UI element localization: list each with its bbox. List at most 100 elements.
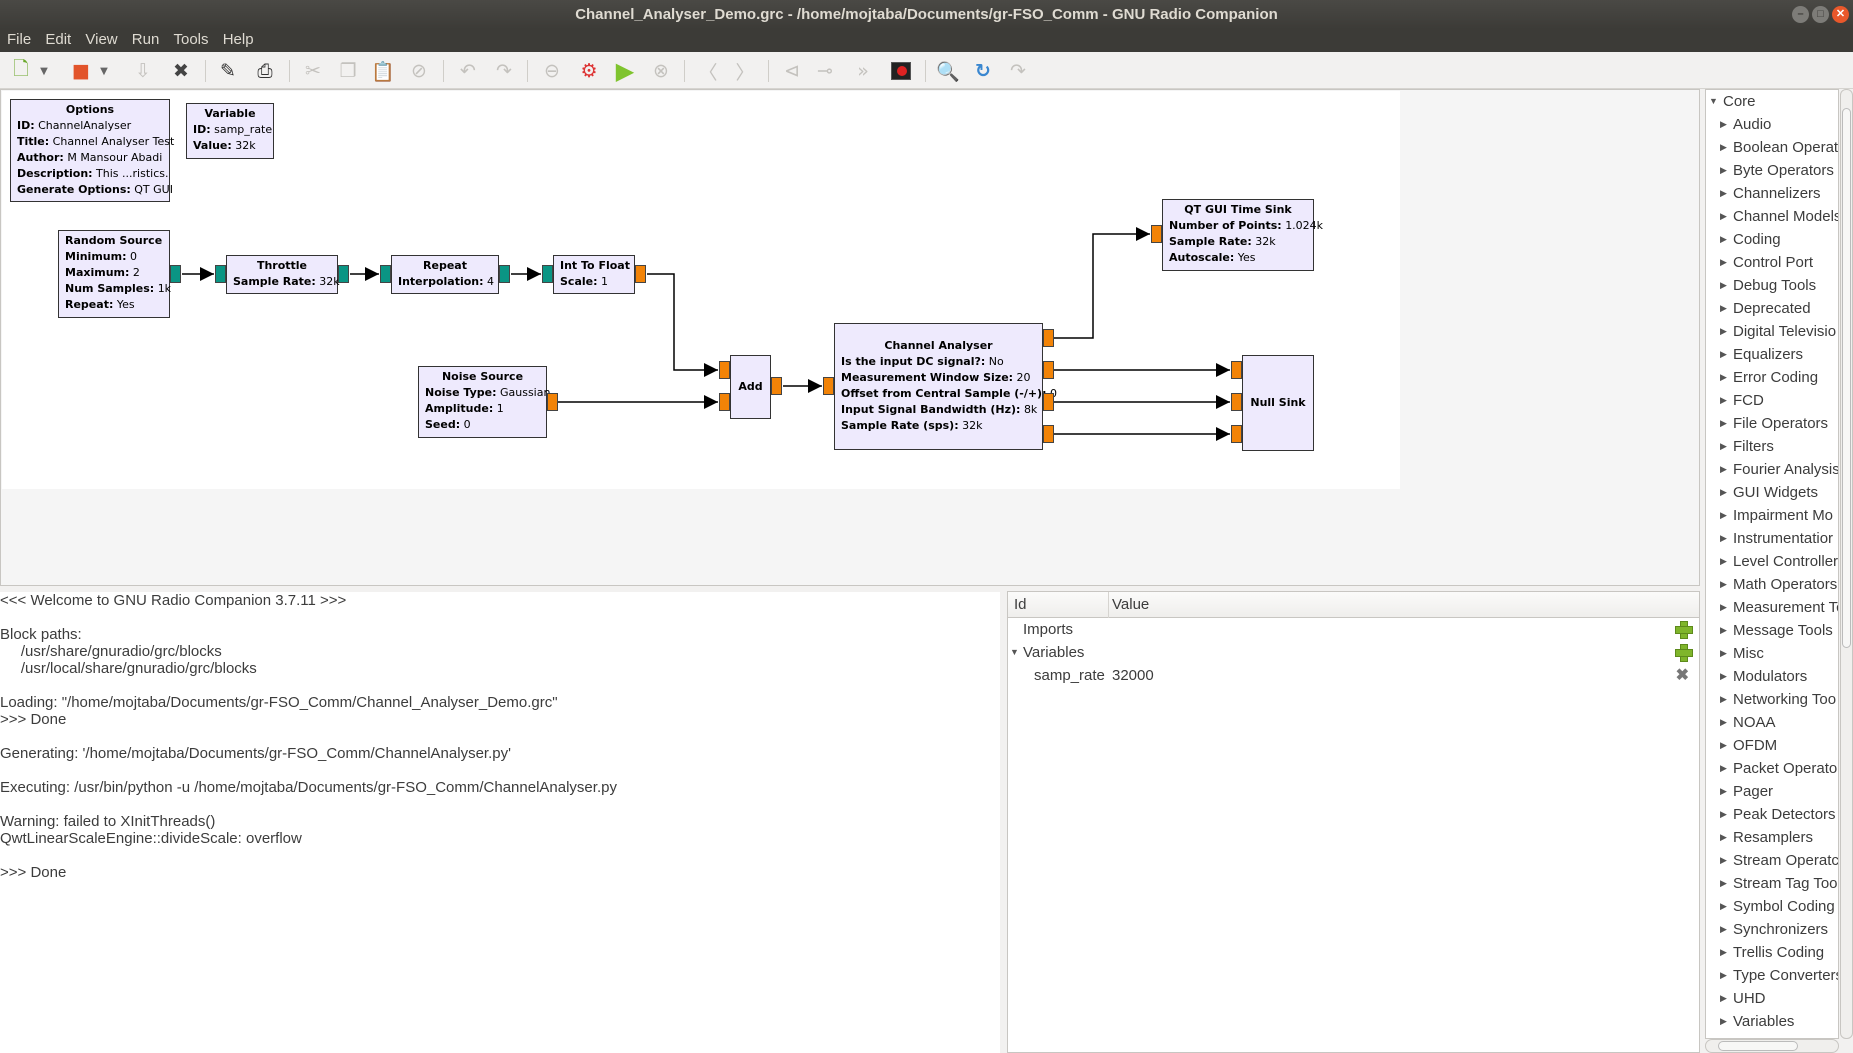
tree-category-item[interactable]: ▶ Measurement Tc xyxy=(1706,596,1838,619)
menu-view[interactable]: View xyxy=(78,29,117,48)
close-window-button[interactable]: ✕ xyxy=(1832,6,1849,23)
collapsed-arrow-icon[interactable]: ▶ xyxy=(1720,389,1727,412)
output-port[interactable] xyxy=(547,393,558,411)
rotate-cw-button[interactable]: 〉 xyxy=(732,58,758,84)
output-port[interactable] xyxy=(1043,425,1054,443)
input-port[interactable] xyxy=(542,265,553,283)
output-port[interactable] xyxy=(338,265,349,283)
tree-category-item[interactable]: ▶ Networking Too xyxy=(1706,688,1838,711)
expand-arrow-icon[interactable]: ▼ xyxy=(1709,90,1718,113)
tree-category-item[interactable]: ▶ Stream Operatc xyxy=(1706,849,1838,872)
scrollbar-thumb[interactable] xyxy=(1842,108,1851,648)
block-int-to-float[interactable]: Int To Float Scale: 1 xyxy=(553,255,635,294)
tree-category-item[interactable]: ▶ UHD xyxy=(1706,987,1838,1010)
collapsed-arrow-icon[interactable]: ▶ xyxy=(1720,136,1727,159)
flowgraph-canvas-area[interactable]: Options ID: ChannelAnalyser Title: Chann… xyxy=(0,89,1700,586)
collapsed-arrow-icon[interactable]: ▶ xyxy=(1720,573,1727,596)
collapsed-arrow-icon[interactable]: ▶ xyxy=(1720,527,1727,550)
column-header-value[interactable]: Value xyxy=(1112,596,1149,613)
tree-category-item[interactable]: ▶ Message Tools xyxy=(1706,619,1838,642)
collapsed-arrow-icon[interactable]: ▶ xyxy=(1720,205,1727,228)
bypass-block-button[interactable]: ⊸ xyxy=(812,58,838,84)
variable-row[interactable]: samp_rate 32000 ✖ xyxy=(1008,664,1699,687)
add-variable-icon[interactable] xyxy=(1675,644,1693,662)
tree-category-item[interactable]: ▶ Variables xyxy=(1706,1010,1838,1033)
collapsed-arrow-icon[interactable]: ▶ xyxy=(1720,366,1727,389)
close-flowgraph-button[interactable]: ✖ xyxy=(168,58,194,84)
collapsed-arrow-icon[interactable]: ▶ xyxy=(1720,941,1727,964)
variables-row[interactable]: ▼ Variables xyxy=(1008,641,1699,664)
add-import-icon[interactable] xyxy=(1675,621,1693,639)
redo-button[interactable]: ↷ xyxy=(491,58,517,84)
collapsed-arrow-icon[interactable]: ▶ xyxy=(1720,412,1727,435)
collapsed-arrow-icon[interactable]: ▶ xyxy=(1720,550,1727,573)
collapsed-arrow-icon[interactable]: ▶ xyxy=(1720,803,1727,826)
menu-edit[interactable]: Edit xyxy=(38,29,71,48)
scrollbar-thumb[interactable] xyxy=(1718,1041,1798,1051)
block-random-source[interactable]: Random Source Minimum: 0 Maximum: 2 Num … xyxy=(58,230,171,318)
tree-category-item[interactable]: ▶ File Operators xyxy=(1706,412,1838,435)
flowgraph-canvas[interactable]: Options ID: ChannelAnalyser Title: Chann… xyxy=(2,91,1400,489)
collapsed-arrow-icon[interactable]: ▶ xyxy=(1720,895,1727,918)
block-add[interactable]: Add xyxy=(730,355,771,419)
collapsed-arrow-icon[interactable]: ▶ xyxy=(1720,918,1727,941)
horizontal-scrollbar[interactable] xyxy=(1705,1039,1839,1053)
output-port[interactable] xyxy=(1043,393,1054,411)
input-port[interactable] xyxy=(1231,393,1242,411)
menu-run[interactable]: Run xyxy=(125,29,160,48)
tree-category-item[interactable]: ▶ Boolean Operat xyxy=(1706,136,1838,159)
delete-button[interactable]: ⊘ xyxy=(406,58,432,84)
console-output[interactable]: <<< Welcome to GNU Radio Companion 3.7.1… xyxy=(0,592,1000,1053)
tree-category-item[interactable]: ▶ Peak Detectors xyxy=(1706,803,1838,826)
menu-help[interactable]: Help xyxy=(216,29,254,48)
tree-category-item[interactable]: ▶ Synchronizers xyxy=(1706,918,1838,941)
collapsed-arrow-icon[interactable]: ▶ xyxy=(1720,504,1727,527)
maximize-button[interactable]: □ xyxy=(1812,6,1829,23)
tree-category-item[interactable]: ▶ Level Controller xyxy=(1706,550,1838,573)
output-port[interactable] xyxy=(499,265,510,283)
input-port[interactable] xyxy=(823,377,834,395)
tree-category-item[interactable]: ▶ Packet Operato xyxy=(1706,757,1838,780)
tree-category-core[interactable]: ▼ Core xyxy=(1706,90,1838,113)
output-port[interactable] xyxy=(771,377,782,395)
collapsed-arrow-icon[interactable]: ▶ xyxy=(1720,113,1727,136)
input-port[interactable] xyxy=(1231,425,1242,443)
tree-category-item[interactable]: ▶ Audio xyxy=(1706,113,1838,136)
collapsed-arrow-icon[interactable]: ▶ xyxy=(1720,343,1727,366)
tree-category-item[interactable]: ▶ Symbol Coding xyxy=(1706,895,1838,918)
tree-category-item[interactable]: ▶ Coding xyxy=(1706,228,1838,251)
block-null-sink[interactable]: Null Sink xyxy=(1242,355,1314,451)
input-port[interactable] xyxy=(719,361,730,379)
find-block-button[interactable]: 🔍 xyxy=(935,58,961,84)
error-log-button[interactable] xyxy=(888,58,914,84)
tree-category-item[interactable]: ▶ Modulators xyxy=(1706,665,1838,688)
open-dropdown-button[interactable]: ▼ xyxy=(98,58,110,84)
collapsed-arrow-icon[interactable]: ▶ xyxy=(1720,481,1727,504)
forward-button[interactable]: » xyxy=(850,58,876,84)
disable-block-button[interactable]: ⊖ xyxy=(539,58,565,84)
variable-value[interactable]: 32000 xyxy=(1112,664,1154,687)
tree-category-item[interactable]: ▶ Channel Models xyxy=(1706,205,1838,228)
input-port[interactable] xyxy=(215,265,226,283)
tree-category-item[interactable]: ▶ Misc xyxy=(1706,642,1838,665)
tree-category-item[interactable]: ▶ Type Converters xyxy=(1706,964,1838,987)
delete-variable-icon[interactable]: ✖ xyxy=(1676,664,1689,687)
open-flowgraph-button[interactable]: ■ xyxy=(68,58,94,84)
tree-category-item[interactable]: ▶ Resamplers xyxy=(1706,826,1838,849)
block-noise-source[interactable]: Noise Source Noise Type: Gaussian Amplit… xyxy=(418,366,550,438)
output-port[interactable] xyxy=(170,265,181,283)
input-port[interactable] xyxy=(719,393,730,411)
tree-category-item[interactable]: ▶ Filters xyxy=(1706,435,1838,458)
collapsed-arrow-icon[interactable]: ▶ xyxy=(1720,228,1727,251)
input-port[interactable] xyxy=(1151,225,1162,243)
collapsed-arrow-icon[interactable]: ▶ xyxy=(1720,320,1727,343)
undo-button[interactable]: ↶ xyxy=(455,58,481,84)
print-button[interactable]: ⎙ xyxy=(252,58,278,84)
collapsed-arrow-icon[interactable]: ▶ xyxy=(1720,619,1727,642)
cut-button[interactable]: ✂ xyxy=(300,58,326,84)
expand-arrow-icon[interactable]: ▼ xyxy=(1010,641,1019,664)
collapsed-arrow-icon[interactable]: ▶ xyxy=(1720,435,1727,458)
collapsed-arrow-icon[interactable]: ▶ xyxy=(1720,872,1727,895)
tree-category-item[interactable]: ▶ Impairment Mo xyxy=(1706,504,1838,527)
tree-category-item[interactable]: ▶ Equalizers xyxy=(1706,343,1838,366)
